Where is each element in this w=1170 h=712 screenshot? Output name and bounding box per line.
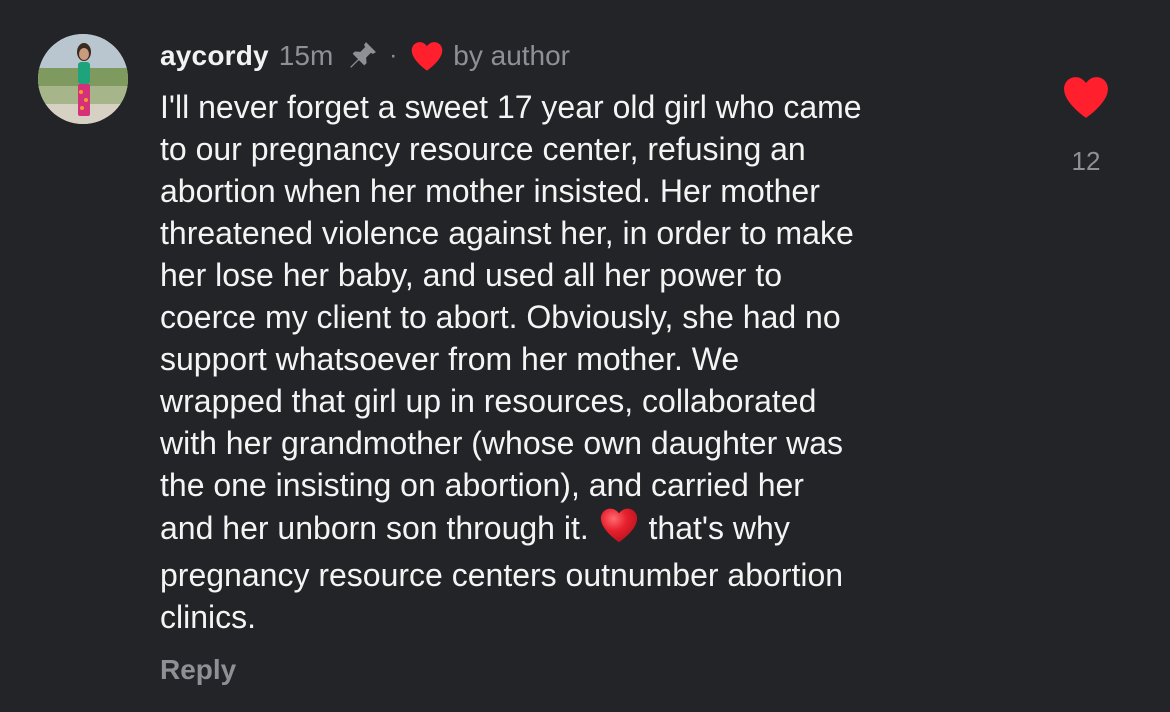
author-badge: by author — [453, 40, 571, 71]
red-heart-emoji-icon — [598, 506, 640, 554]
reply-button[interactable]: Reply — [160, 654, 236, 686]
like-count: 12 — [1071, 146, 1101, 176]
heart-icon — [409, 40, 445, 72]
avatar[interactable] — [38, 34, 128, 124]
like-button[interactable] — [1060, 74, 1112, 120]
timestamp: 15m — [278, 40, 334, 71]
heart-icon — [1064, 77, 1108, 118]
separator-dot: · — [389, 42, 398, 69]
comment-header: aycordy 15m · by author — [160, 36, 570, 76]
username[interactable]: aycordy — [160, 40, 269, 72]
pin-icon — [345, 39, 379, 73]
comment-text-part-1: I'll never forget a sweet 17 year old gi… — [160, 89, 862, 546]
comment: aycordy 15m · by author I'll never forge… — [0, 0, 1170, 712]
comment-text: I'll never forget a sweet 17 year old gi… — [160, 86, 1020, 638]
avatar-image — [38, 34, 128, 124]
